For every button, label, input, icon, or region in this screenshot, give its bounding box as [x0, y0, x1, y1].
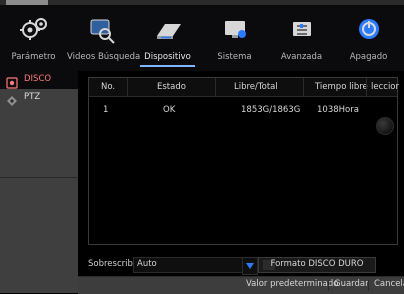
nav-item-videos-busqueda[interactable]: Videos Búsqueda: [67, 8, 141, 71]
nav-label: Sistema: [217, 52, 252, 62]
disk-panel: No. Estado Libre/Total Tiempo libre lecc…: [78, 71, 404, 294]
monitor-icon: [218, 14, 252, 44]
top-navigation: Parámetro Videos Búsqueda Dispositivo Si…: [0, 0, 404, 71]
nav-item-apagado[interactable]: Apagado: [335, 8, 402, 71]
nav-label: Videos Búsqueda: [67, 52, 141, 62]
disk-icon: [6, 74, 18, 89]
nav-item-dispositivo[interactable]: Dispositivo: [134, 8, 201, 71]
header-no: No.: [101, 82, 116, 92]
gear-icon: [17, 14, 51, 44]
header-tiempo-libre: Tiempo libre: [315, 82, 368, 92]
nav-label: Apagado: [349, 52, 388, 62]
hard-drive-icon: [151, 14, 185, 44]
action-divider: [328, 280, 329, 291]
nav-item-sistema[interactable]: Sistema: [201, 8, 268, 71]
nav-item-parametro[interactable]: Parámetro: [0, 8, 67, 71]
sidebar-item-ptz[interactable]: PTZ: [0, 89, 78, 107]
sidebar-item-label: PTZ: [24, 92, 41, 102]
header-libre-total: Libre/Total: [234, 82, 278, 92]
top-strip-tab: [6, 0, 48, 5]
overwrite-select[interactable]: Auto: [133, 257, 247, 273]
column-divider: [366, 78, 367, 96]
top-strip: [0, 0, 404, 5]
format-disk-button[interactable]: Formato DISCO DURO: [258, 257, 376, 273]
ptz-icon: [6, 92, 18, 106]
column-divider: [127, 78, 128, 96]
action-divider: [368, 280, 369, 291]
sidebar-divider: [0, 177, 78, 178]
overwrite-value: Auto: [137, 259, 157, 269]
nav-active-underline: [140, 65, 195, 67]
nav-label: Dispositivo: [144, 52, 191, 62]
header-seleccion: leccior: [371, 82, 399, 92]
action-bar: Valor predeterminado Guardar Cancelar: [78, 276, 404, 294]
power-icon: [352, 14, 386, 44]
table-header: No. Estado Libre/Total Tiempo libre lecc…: [89, 78, 399, 97]
overwrite-dropdown-button[interactable]: [242, 257, 258, 275]
cell-estado: OK: [163, 105, 176, 115]
default-button[interactable]: Valor predeterminado: [246, 279, 338, 292]
disk-table: No. Estado Libre/Total Tiempo libre lecc…: [88, 77, 399, 245]
save-button[interactable]: Guardar: [334, 279, 369, 292]
sidebar: DISCO PTZ: [0, 71, 78, 293]
format-disk-button-label: Formato DISCO DURO: [270, 259, 364, 269]
sidebar-item-label: DISCO: [24, 74, 52, 84]
cell-no: 1: [103, 105, 109, 115]
nav-label: Avanzada: [280, 52, 323, 62]
header-estado: Estado: [157, 82, 186, 92]
cell-tiempo-libre: 1038Hora: [317, 105, 359, 115]
cancel-button[interactable]: Cancelar: [374, 279, 404, 292]
row-select-toggle[interactable]: [376, 117, 394, 135]
column-divider: [303, 78, 304, 96]
chevron-down-icon: [246, 263, 254, 269]
nav-item-avanzada[interactable]: Avanzada: [268, 8, 335, 71]
sliders-icon: [285, 14, 319, 44]
sidebar-item-disco[interactable]: DISCO: [0, 71, 78, 89]
table-row: 1 OK 1853G/1863G 1038Hora: [89, 102, 397, 135]
nav-label: Parámetro: [11, 52, 56, 62]
overwrite-label: Sobrescribir: [88, 259, 139, 269]
column-divider: [215, 78, 216, 96]
search-video-icon: [84, 14, 118, 44]
cell-libre-total: 1853G/1863G: [241, 105, 301, 115]
